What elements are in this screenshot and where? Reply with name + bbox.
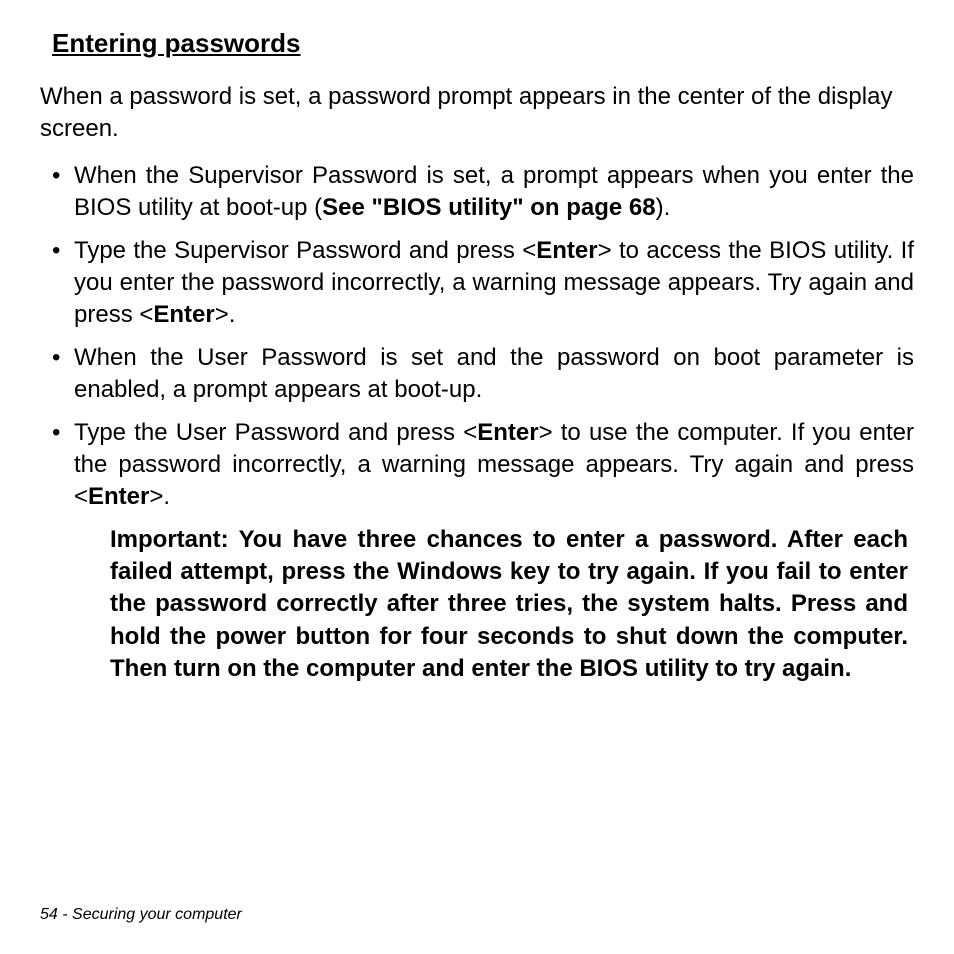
important-note: Important: You have three chances to ent… (40, 524, 914, 686)
section-heading: Entering passwords (52, 28, 914, 59)
list-item: Type the Supervisor Password and press <… (40, 235, 914, 332)
text: Type the Supervisor Password and press < (74, 237, 536, 264)
bold-text: Enter (536, 237, 597, 264)
page-number: 54 - (40, 906, 72, 923)
text: Type the User Password and press < (74, 419, 477, 446)
intro-paragraph: When a password is set, a password promp… (40, 81, 914, 146)
list-item: When the User Password is set and the pa… (40, 342, 914, 407)
footer-title: Securing your computer (72, 906, 242, 923)
text: ). (656, 194, 671, 221)
list-item: Type the User Password and press <Enter>… (40, 417, 914, 514)
text: >. (149, 483, 170, 510)
bullet-list: When the Supervisor Password is set, a p… (40, 160, 914, 514)
text: When the User Password is set and the pa… (74, 344, 914, 403)
bold-text: Enter (88, 483, 149, 510)
bold-text: Enter (153, 301, 214, 328)
bold-text: See "BIOS utility" on page 68 (322, 194, 656, 221)
bold-text: Enter (477, 419, 538, 446)
page-footer: 54 - Securing your computer (40, 906, 242, 924)
text: >. (215, 301, 236, 328)
list-item: When the Supervisor Password is set, a p… (40, 160, 914, 225)
